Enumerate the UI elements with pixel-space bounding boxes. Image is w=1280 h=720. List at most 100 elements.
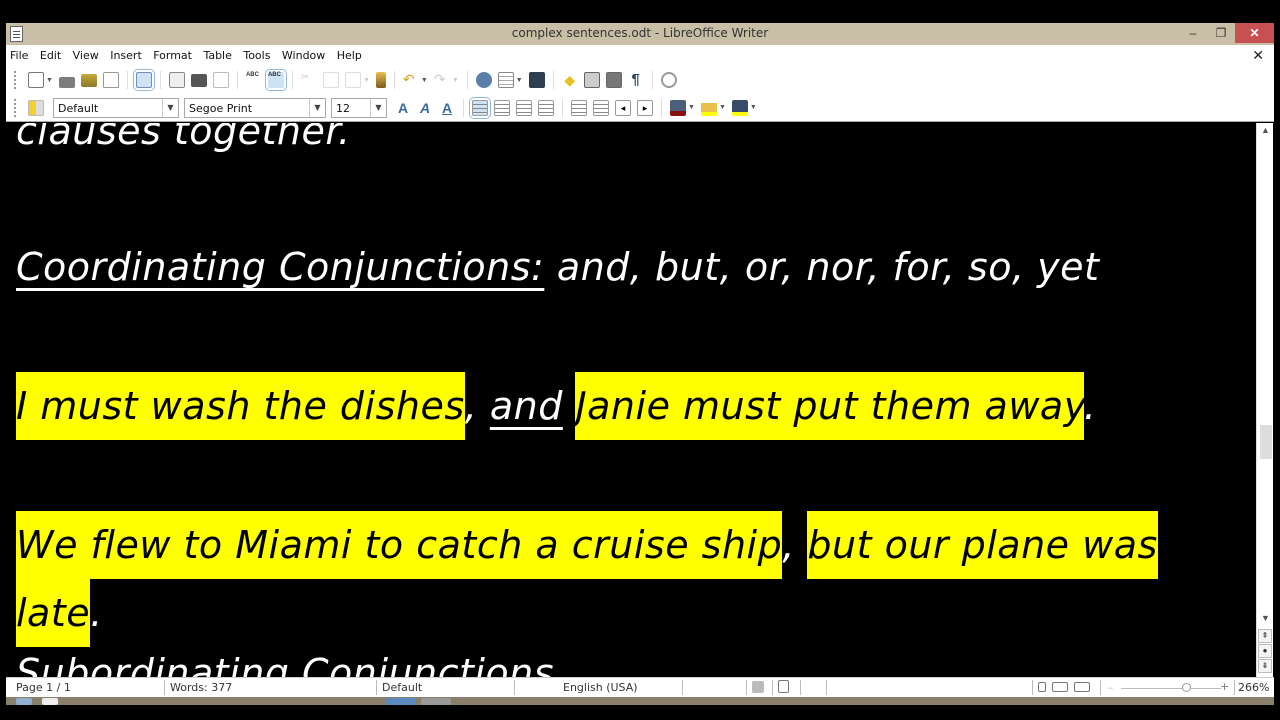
clone-formatting-icon[interactable]	[375, 72, 386, 88]
increase-indent-icon[interactable]: ▸	[637, 99, 653, 116]
background-color-dropdown-icon[interactable]: ▼	[750, 104, 757, 111]
scroll-up-icon[interactable]: ▲	[1257, 125, 1274, 139]
align-center-icon[interactable]	[494, 99, 510, 116]
taskbar-app-icon[interactable]	[16, 698, 32, 705]
navigator-icon[interactable]: ◆	[562, 72, 578, 88]
email-icon[interactable]	[102, 72, 119, 88]
menu-edit[interactable]: Edit	[36, 45, 64, 62]
redo-dropdown-icon[interactable]: ▼	[452, 77, 459, 84]
document-modified-icon	[752, 681, 764, 693]
highlight-dropdown-icon[interactable]: ▼	[719, 104, 726, 111]
numbering-icon[interactable]	[571, 99, 587, 116]
document-canvas[interactable]: clauses together. Coordinating Conjuncti…	[6, 123, 1256, 677]
background-color-icon[interactable]	[731, 99, 748, 116]
navigation-icon[interactable]: ●	[1258, 644, 1272, 658]
zoom-out-button[interactable]: –	[1108, 681, 1114, 694]
paragraph-style-select[interactable]: Default ▼	[53, 97, 179, 118]
taskbar-app-icon[interactable]	[421, 698, 451, 705]
font-size-select[interactable]: 12 ▼	[331, 97, 387, 118]
page-style[interactable]: Default	[382, 681, 422, 694]
align-left-icon[interactable]	[469, 96, 491, 119]
print-icon[interactable]	[190, 73, 207, 87]
menu-tools[interactable]: Tools	[239, 45, 273, 62]
menu-view[interactable]: View	[69, 45, 102, 62]
export-pdf-icon[interactable]	[168, 72, 185, 88]
font-color-dropdown-icon[interactable]: ▼	[688, 104, 695, 111]
paste-dropdown-icon[interactable]: ▼	[363, 77, 370, 84]
font-color-icon[interactable]	[670, 99, 686, 116]
previous-page-icon[interactable]: ⇞	[1258, 629, 1272, 643]
redo-icon[interactable]: ↷	[434, 72, 450, 88]
toolbar-grip[interactable]	[14, 71, 17, 89]
undo-dropdown-icon[interactable]: ▼	[421, 77, 428, 84]
menu-file[interactable]: File	[6, 45, 31, 62]
screen: complex sentences.odt - LibreOffice Writ…	[0, 0, 1280, 720]
gallery-icon[interactable]	[583, 72, 600, 88]
period: .	[1083, 384, 1097, 428]
edit-mode-icon[interactable]	[132, 69, 155, 91]
menu-table[interactable]: Table	[199, 45, 234, 62]
next-page-icon[interactable]: ⇟	[1258, 659, 1272, 673]
paste-icon[interactable]	[344, 72, 361, 88]
new-dropdown-icon[interactable]: ▼	[46, 77, 53, 84]
close-window-button[interactable]: ✕	[1235, 23, 1274, 43]
styles-icon[interactable]	[28, 99, 44, 116]
justify-icon[interactable]	[538, 99, 554, 116]
vertical-scrollbar[interactable]: ▲ ▼ ⇞ ● ⇟	[1256, 123, 1273, 677]
copy-icon[interactable]	[322, 72, 339, 88]
zoom-in-button[interactable]: +	[1220, 680, 1229, 693]
bullets-icon[interactable]	[593, 99, 609, 116]
menu-format[interactable]: Format	[149, 45, 195, 62]
chevron-down-icon[interactable]: ▼	[370, 98, 386, 117]
formatting-marks-icon[interactable]: ¶	[628, 72, 644, 88]
multi-page-view-icon[interactable]	[1052, 682, 1068, 692]
toolbar-grip[interactable]	[14, 98, 17, 117]
restore-button[interactable]: ❐	[1207, 23, 1235, 43]
chevron-down-icon[interactable]: ▼	[309, 98, 325, 117]
close-document-button[interactable]: ✕	[1252, 47, 1264, 64]
print-preview-icon[interactable]	[212, 72, 229, 88]
status-divider	[800, 680, 801, 695]
menu-window[interactable]: Window	[278, 45, 328, 62]
autospellcheck-icon[interactable]: ABC	[264, 69, 287, 91]
taskbar-app-icon[interactable]	[386, 698, 416, 705]
table-dropdown-icon[interactable]: ▼	[516, 77, 523, 84]
bold-icon[interactable]: A	[395, 100, 411, 116]
save-icon[interactable]	[80, 73, 97, 87]
highlighted-clause: but our plane was	[807, 511, 1158, 579]
digital-signature-icon[interactable]	[778, 680, 789, 693]
table-icon[interactable]	[497, 72, 514, 88]
taskbar-app-icon[interactable]	[42, 698, 58, 705]
menu-insert[interactable]: Insert	[106, 45, 145, 62]
open-icon[interactable]	[58, 76, 75, 88]
highlighted-clause: late	[16, 579, 91, 647]
word-count[interactable]: Words: 377	[170, 681, 232, 694]
font-name-select[interactable]: Segoe Print ▼	[184, 97, 326, 118]
highlight-icon[interactable]	[700, 99, 717, 116]
underline-icon[interactable]: A	[439, 100, 455, 116]
minimize-button[interactable]: –	[1179, 23, 1207, 43]
menu-help[interactable]: Help	[333, 45, 365, 62]
decrease-indent-icon[interactable]: ◂	[615, 99, 631, 116]
page-count[interactable]: Page 1 / 1	[16, 681, 71, 694]
book-view-icon[interactable]	[1074, 682, 1090, 692]
data-sources-icon[interactable]	[605, 72, 622, 88]
show-draw-functions-icon[interactable]	[528, 72, 545, 88]
zoom-percent[interactable]: 266%	[1238, 681, 1269, 694]
scrollbar-thumb[interactable]	[1260, 425, 1272, 459]
help-icon[interactable]	[660, 72, 677, 88]
language[interactable]: English (USA)	[563, 681, 638, 694]
single-page-view-icon[interactable]	[1038, 682, 1046, 692]
cut-icon[interactable]: ✂	[301, 72, 317, 88]
hyperlink-icon[interactable]	[475, 72, 492, 88]
align-right-icon[interactable]	[516, 99, 532, 116]
new-document-icon[interactable]	[28, 72, 44, 88]
undo-icon[interactable]: ↶	[403, 72, 419, 88]
zoom-slider-track[interactable]	[1121, 688, 1221, 689]
spellcheck-icon[interactable]: ABC	[246, 72, 262, 88]
zoom-slider-thumb[interactable]	[1182, 683, 1191, 692]
italic-icon[interactable]: A	[417, 100, 433, 116]
formatting-toolbar: Default ▼ Segoe Print ▼ 12 ▼ A A A ◂ ▸ ▼…	[6, 94, 1274, 122]
scroll-down-icon[interactable]: ▼	[1257, 613, 1274, 627]
chevron-down-icon[interactable]: ▼	[162, 98, 178, 117]
